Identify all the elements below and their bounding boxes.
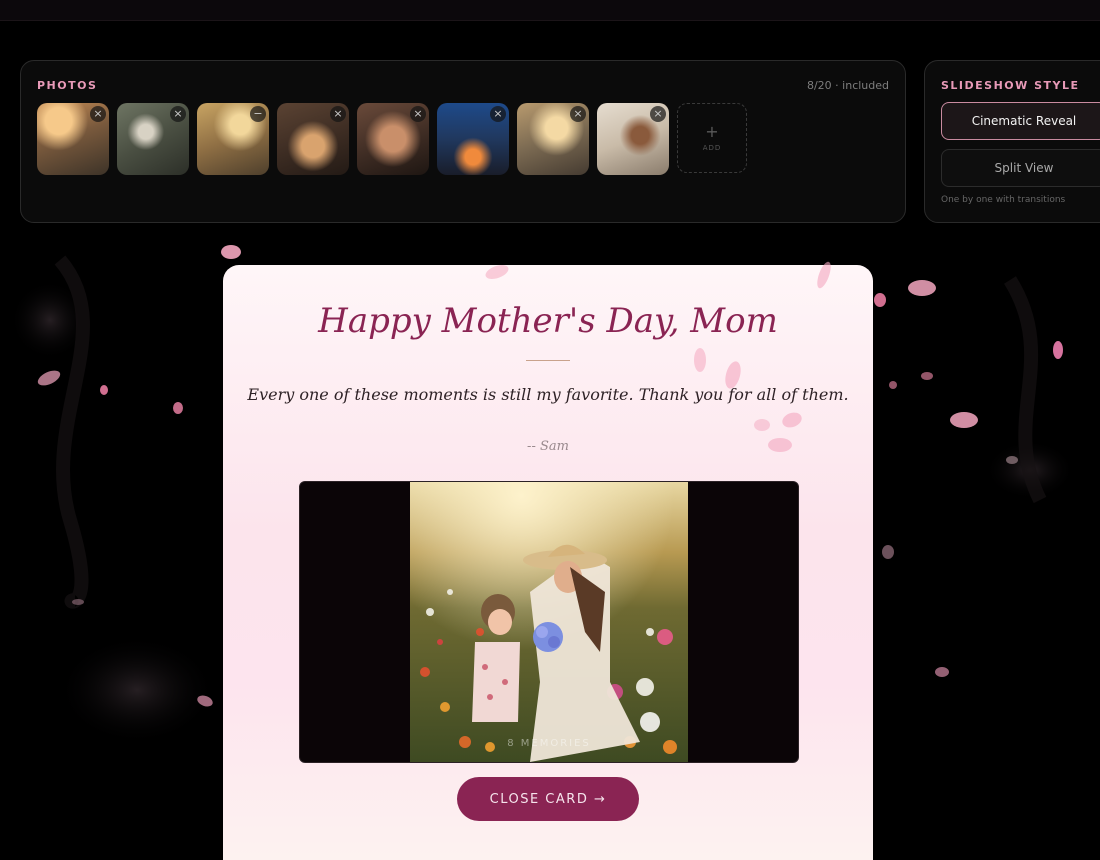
card-signature: -- Sam — [527, 439, 569, 454]
add-photo-button[interactable]: + ADD — [677, 103, 747, 173]
remove-photo-icon[interactable]: × — [570, 106, 586, 122]
slideshow-style-panel: SLIDESHOW STYLE Cinematic Reveal Split V… — [924, 60, 1100, 223]
photo-thumbnail[interactable]: × — [117, 103, 189, 175]
card-title: Happy Mother's Day, Mom — [318, 301, 778, 341]
photo-thumbnail[interactable]: × — [517, 103, 589, 175]
plus-icon: + — [705, 122, 719, 141]
photo-thumbnail-list: × × − × × × × × + ADD — [37, 103, 747, 175]
remove-photo-icon[interactable]: × — [330, 106, 346, 122]
photo-thumbnail[interactable]: × — [597, 103, 669, 175]
close-card-button[interactable]: CLOSE CARD → — [457, 777, 639, 821]
photos-panel: PHOTOS 8/20 · included × × − × × × × × +… — [20, 60, 906, 223]
card-message: Every one of these moments is still my f… — [247, 385, 849, 404]
remove-photo-icon[interactable]: × — [410, 106, 426, 122]
photo-count: 8/20 · included — [806, 79, 889, 92]
mothers-day-card: Happy Mother's Day, Mom Every one of the… — [223, 265, 873, 860]
remove-photo-icon[interactable]: × — [90, 106, 106, 122]
remove-photo-icon[interactable]: − — [250, 106, 266, 122]
photo-thumbnail[interactable]: × — [277, 103, 349, 175]
remove-photo-icon[interactable]: × — [170, 106, 186, 122]
slideshow-style-title: SLIDESHOW STYLE — [941, 79, 1080, 92]
title-divider — [526, 360, 570, 361]
photo-thumbnail[interactable]: − — [197, 103, 269, 175]
slideshow-viewer[interactable]: 8 MEMORIES — [299, 481, 799, 763]
style-option-cinematic-reveal[interactable]: Cinematic Reveal — [941, 102, 1100, 140]
style-caption: One by one with transitions — [941, 195, 1066, 205]
memories-count: 8 MEMORIES — [507, 738, 591, 749]
photos-panel-title: PHOTOS — [37, 79, 98, 92]
slide-photo — [410, 482, 688, 762]
remove-photo-icon[interactable]: × — [490, 106, 506, 122]
top-bar — [0, 0, 1100, 21]
remove-photo-icon[interactable]: × — [650, 106, 666, 122]
photo-thumbnail[interactable]: × — [37, 103, 109, 175]
photo-thumbnail[interactable]: × — [357, 103, 429, 175]
photo-thumbnail[interactable]: × — [437, 103, 509, 175]
add-photo-label: ADD — [702, 144, 722, 152]
style-option-split-view[interactable]: Split View — [941, 149, 1100, 187]
